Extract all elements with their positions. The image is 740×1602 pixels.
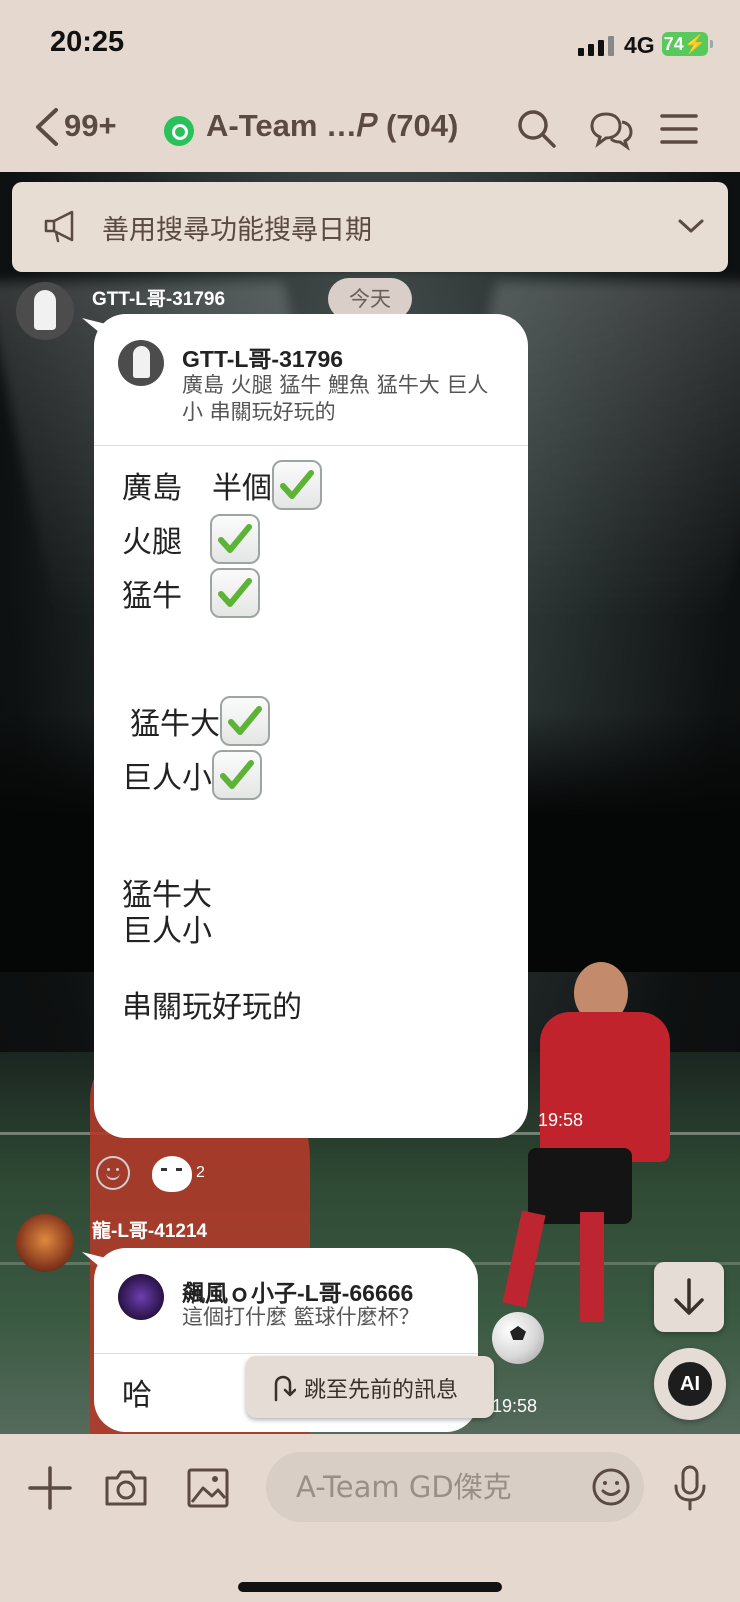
quote-avatar — [118, 340, 164, 386]
status-bar: 20:25 4G 74⚡ — [0, 0, 740, 92]
search-icon[interactable] — [514, 106, 560, 152]
jump-label: 跳至先前的訊息 — [304, 1378, 459, 1403]
group-status-icon — [164, 116, 194, 146]
reaction-count: 2 — [196, 1164, 205, 1181]
image-icon[interactable] — [184, 1464, 232, 1512]
check-mark-icon — [212, 750, 262, 800]
chevron-down-icon[interactable] — [676, 214, 706, 238]
scroll-to-bottom-button[interactable] — [654, 1262, 724, 1332]
message-line: 廣島 半個 — [122, 471, 272, 506]
emoji-icon[interactable] — [590, 1466, 632, 1508]
jump-back-icon — [274, 1375, 296, 1402]
unread-count[interactable]: 99+ — [64, 108, 117, 144]
quote-text: 這個打什麼 籃球什麼杯？ — [182, 1305, 420, 1329]
reply-quote[interactable]: 飆風ｏ小子-L哥-66666 這個打什麼 籃球什麼杯？ — [94, 1248, 478, 1354]
avatar[interactable] — [16, 1214, 74, 1272]
player-shirt — [540, 1012, 670, 1162]
announcement-text: 善用搜尋功能搜尋日期 — [102, 215, 372, 246]
message-input-box[interactable] — [266, 1452, 644, 1522]
battery-icon: 74⚡ — [662, 32, 713, 56]
arrow-down-icon — [674, 1278, 704, 1315]
check-mark-icon — [210, 514, 260, 564]
quote-sender: 飆風ｏ小子-L哥-66666 — [182, 1280, 414, 1306]
message-bubble[interactable]: GTT-L哥-31796 廣島 火腿 猛牛 鯉魚 猛牛大 巨人小 串關玩好玩的 … — [94, 314, 528, 1138]
ai-label: AI — [668, 1362, 712, 1406]
sender-name: 龍-L哥-41214 — [92, 1221, 208, 1242]
check-mark-icon — [220, 696, 270, 746]
quote-avatar — [118, 1274, 164, 1320]
chat-bubbles-icon[interactable] — [588, 106, 634, 152]
message-input[interactable] — [296, 1468, 556, 1506]
home-indicator — [238, 1582, 502, 1592]
message-line: 猛牛大 — [130, 707, 220, 742]
message-line: 火腿 — [122, 525, 182, 560]
message-line: 巨人小 — [122, 914, 212, 949]
check-mark-icon — [210, 568, 260, 618]
reaction-sticker-icon[interactable] — [152, 1156, 192, 1192]
quote-sender: GTT-L哥-31796 — [182, 346, 344, 372]
battery-level: 74 — [663, 34, 684, 54]
player-leg — [580, 1212, 604, 1322]
message-line: 猛牛 — [122, 579, 182, 614]
soccer-ball — [492, 1312, 544, 1364]
check-mark-icon — [272, 460, 322, 510]
jump-to-previous-button[interactable]: 跳至先前的訊息 — [246, 1356, 494, 1418]
avatar[interactable] — [16, 282, 74, 340]
camera-icon[interactable] — [102, 1464, 150, 1512]
reply-quote[interactable]: GTT-L哥-31796 廣島 火腿 猛牛 鯉魚 猛牛大 巨人小 串關玩好玩的 — [94, 314, 528, 446]
input-bar — [0, 1434, 740, 1602]
chat-title[interactable]: A-Team …𝑃 (704) — [206, 108, 458, 145]
megaphone-icon — [44, 210, 74, 243]
announcement-banner[interactable]: 善用搜尋功能搜尋日期 — [12, 182, 728, 272]
chat-header: 99+ A-Team …𝑃 (704) — [0, 92, 740, 172]
menu-icon[interactable] — [656, 106, 702, 152]
plus-icon[interactable] — [26, 1464, 74, 1512]
status-time: 20:25 — [50, 26, 125, 58]
add-reaction-icon[interactable] — [96, 1156, 130, 1190]
ai-button[interactable]: AI — [654, 1348, 726, 1420]
message-time: 19:58 — [492, 1396, 538, 1416]
back-chevron-icon[interactable] — [28, 104, 68, 150]
sender-name: GTT-L哥-31796 — [92, 289, 226, 310]
quote-text: 廣島 火腿 猛牛 鯉魚 猛牛大 巨人小 串關玩好玩的 — [182, 373, 489, 424]
message-text: 哈 — [122, 1378, 152, 1413]
message-time: 19:58 — [538, 1110, 584, 1130]
message-line: 巨人小 — [122, 761, 212, 796]
message-line: 串關玩好玩的 — [122, 990, 302, 1025]
microphone-icon[interactable] — [666, 1464, 714, 1512]
signal-icon — [578, 36, 614, 56]
network-label: 4G — [624, 32, 655, 58]
